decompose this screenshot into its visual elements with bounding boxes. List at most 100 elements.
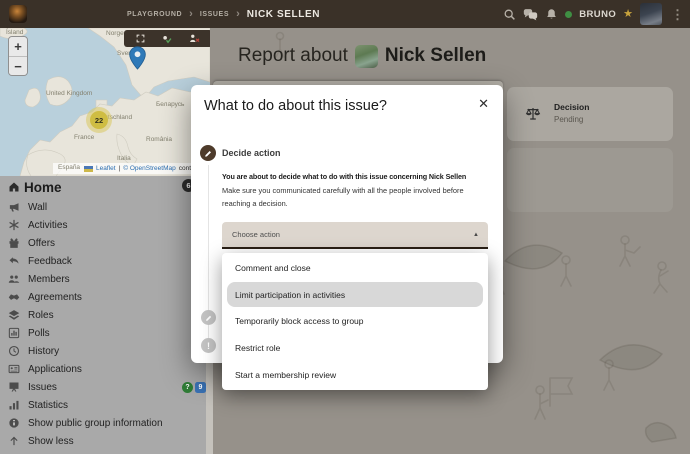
menu-option-comment-and-close[interactable]: Comment and close xyxy=(227,256,483,281)
home-icon xyxy=(8,181,20,193)
nav-item-label: Offers xyxy=(28,238,55,249)
decision-card-title: Decision xyxy=(554,102,589,112)
subject-avatar[interactable] xyxy=(355,45,378,68)
group-logo[interactable] xyxy=(9,5,27,23)
asterisk-icon xyxy=(8,219,20,231)
menu-option-label: Restrict role xyxy=(235,343,280,353)
hide-users-icon[interactable] xyxy=(189,33,200,44)
step-decide-icon xyxy=(200,145,216,161)
sidebar-item-show-public-group-information[interactable]: Show public group information xyxy=(0,414,210,432)
fullscreen-icon[interactable] xyxy=(136,34,145,43)
sidebar-item-feedback[interactable]: Feedback xyxy=(0,252,210,270)
breadcrumb-playground[interactable]: PLAYGROUND xyxy=(127,11,182,18)
sidebar-item-show-less[interactable]: Show less xyxy=(0,432,210,450)
step-label: Decide action xyxy=(222,148,281,158)
menu-option-temporarily-block-access-to-group[interactable]: Temporarily block access to group xyxy=(227,309,483,334)
nav-item-label: Feedback xyxy=(28,256,72,267)
nav-item-label: Members xyxy=(28,274,70,285)
bell-icon[interactable] xyxy=(545,8,558,21)
report-icon xyxy=(8,381,20,393)
nav-item-label: Roles xyxy=(28,310,54,321)
osm-link[interactable]: © OpenStreetMap xyxy=(123,165,175,172)
cluster-count: 22 xyxy=(90,111,108,129)
menu-option-label: Limit participation in activities xyxy=(235,290,345,300)
nav-item-label: Show public group information xyxy=(28,418,163,429)
nav-item-label: Issues xyxy=(28,382,57,393)
sidebar-items: Wall Activities Offers Feedba xyxy=(0,198,210,450)
layers-icon xyxy=(8,309,20,321)
caret-up-icon: ▲ xyxy=(473,232,479,238)
gift-icon xyxy=(8,237,20,249)
clock-icon xyxy=(8,345,20,357)
marker-cluster[interactable]: 22 xyxy=(86,107,112,133)
action-options-menu: Comment and close Limit participation in… xyxy=(222,253,488,390)
map-attribution: Leaflet | © OpenStreetMap cont xyxy=(53,163,210,174)
breadcrumb-issues[interactable]: ISSUES xyxy=(200,11,229,18)
map-toolbar xyxy=(124,30,210,47)
breadcrumb: PLAYGROUND › ISSUES › NICK SELLEN xyxy=(127,0,320,28)
secondary-card xyxy=(507,148,673,212)
search-icon[interactable] xyxy=(503,8,516,21)
zoom-in-button[interactable]: + xyxy=(9,37,27,56)
sidebar-item-wall[interactable]: Wall xyxy=(0,198,210,216)
menu-option-start-a-membership-review[interactable]: Start a membership review xyxy=(227,362,483,387)
menu-option-label: Temporarily block access to group xyxy=(235,316,364,326)
user-avatar[interactable] xyxy=(640,3,662,25)
step-future-alert-icon: ! xyxy=(201,338,216,353)
reply-icon xyxy=(8,255,20,267)
nav-item-label: Show less xyxy=(28,436,74,447)
top-bar: PLAYGROUND › ISSUES › NICK SELLEN BRUNO … xyxy=(0,0,690,28)
sidebar-item-members[interactable]: Members xyxy=(0,270,210,288)
leaflet-link[interactable]: Leaflet xyxy=(96,165,116,172)
map-tiles xyxy=(0,28,210,176)
chat-icon[interactable] xyxy=(523,8,538,21)
people-icon xyxy=(8,273,20,285)
step-future-edit-icon xyxy=(201,310,216,325)
sidebar-item-roles[interactable]: Roles xyxy=(0,306,210,324)
nav-item-badges: ?9 xyxy=(182,382,206,393)
sidebar-item-agreements[interactable]: Agreements xyxy=(0,288,210,306)
megaphone-icon xyxy=(8,201,20,213)
nav-item-label: Home xyxy=(24,180,62,195)
poll-icon xyxy=(8,327,20,339)
zoom-out-button[interactable]: − xyxy=(9,56,27,75)
menu-option-restrict-role[interactable]: Restrict role xyxy=(227,336,483,361)
dialog-lead-text: You are about to decide what to do with … xyxy=(222,172,466,181)
close-icon[interactable]: ✕ xyxy=(476,94,491,114)
sidebar-item-polls[interactable]: Polls xyxy=(0,324,210,342)
id-card-icon xyxy=(8,363,20,375)
subject-name[interactable]: Nick Sellen xyxy=(385,45,486,67)
select-label: Choose action xyxy=(232,230,280,239)
trust-star-icon: ★ xyxy=(623,9,633,20)
nav-item-label: Agreements xyxy=(28,292,82,303)
nav-item-label: Applications xyxy=(28,364,82,375)
choose-action-select[interactable]: Choose action ▲ xyxy=(222,222,488,249)
group-map[interactable]: Ísland Norge Sverige United Kingdom Бела… xyxy=(0,28,210,176)
overflow-menu-icon[interactable]: ⋮ xyxy=(669,8,686,21)
sidebar-item-history[interactable]: History xyxy=(0,342,210,360)
menu-option-label: Start a membership review xyxy=(235,370,336,380)
count-badge: ? xyxy=(182,382,193,393)
menu-option-limit-participation-in-activities[interactable]: Limit participation in activities xyxy=(227,282,483,307)
handshake-icon xyxy=(8,291,20,303)
attribution-separator: | xyxy=(119,165,121,172)
ukraine-flag-icon xyxy=(84,166,93,172)
sidebar-item-offers[interactable]: Offers xyxy=(0,234,210,252)
show-places-icon[interactable] xyxy=(161,33,172,44)
header-actions: BRUNO ★ ⋮ xyxy=(503,0,688,28)
sidebar-nav: Home Wall Activities Offers xyxy=(0,176,210,450)
decision-card[interactable]: Decision Pending xyxy=(507,87,673,141)
sidebar-item-issues[interactable]: Issues ?9 xyxy=(0,378,210,396)
map-zoom-control: + − xyxy=(8,36,28,76)
sidebar-item-applications[interactable]: Applications xyxy=(0,360,210,378)
dialog-body-text: Make sure you communicated carefully wit… xyxy=(222,184,496,210)
map-pin-icon[interactable] xyxy=(129,46,146,75)
sidebar-item-home[interactable]: Home xyxy=(0,176,210,198)
menu-option-label: Comment and close xyxy=(235,263,311,273)
sidebar-item-statistics[interactable]: Statistics xyxy=(0,396,210,414)
page-title: Report about Nick Sellen xyxy=(238,42,486,70)
breadcrumb-nick-sellen[interactable]: NICK SELLEN xyxy=(247,9,320,20)
sidebar-item-activities[interactable]: Activities xyxy=(0,216,210,234)
user-name[interactable]: BRUNO xyxy=(579,9,616,20)
nav-item-label: History xyxy=(28,346,59,357)
